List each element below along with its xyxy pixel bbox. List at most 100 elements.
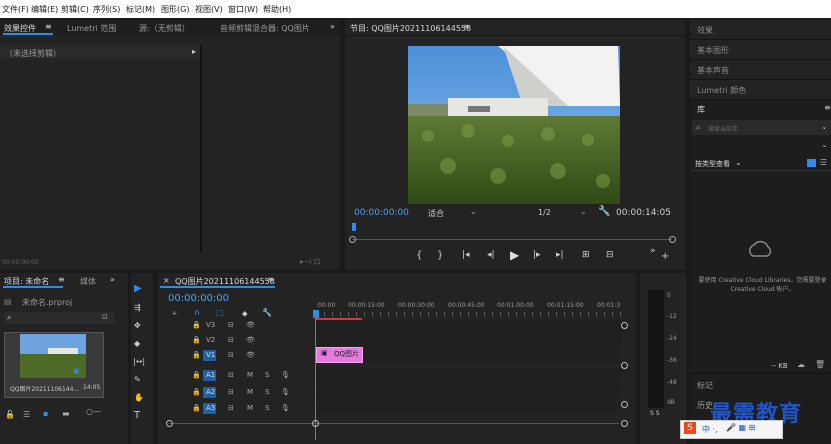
type-tool-icon[interactable]: T xyxy=(134,410,140,421)
horizontal-scrollbar[interactable] xyxy=(169,423,619,424)
go-to-out-icon[interactable]: ▸| xyxy=(556,250,564,260)
tab-audio-clip-mixer[interactable]: 音频剪辑混合器: QQ图片 xyxy=(220,23,310,34)
vertical-scroll-handle[interactable] xyxy=(621,322,628,329)
program-menu-icon[interactable]: ≡ xyxy=(463,22,470,31)
timeline-menu-icon[interactable]: ≡ xyxy=(267,275,274,284)
sync-lock-icon[interactable]: ⊟ xyxy=(228,336,234,344)
horizontal-scroll-start[interactable] xyxy=(166,420,173,427)
linked-selection-icon[interactable]: ∩ xyxy=(194,308,200,317)
chevron-down-icon[interactable]: ⌄ xyxy=(580,207,587,216)
mark-out-icon[interactable]: } xyxy=(437,250,443,261)
panel-overflow-icon[interactable]: » xyxy=(330,22,335,31)
lumetri-color-item[interactable]: Lumetri 颜色 xyxy=(690,80,831,100)
menu-file[interactable]: 文件(F) xyxy=(2,4,29,15)
pen-tool-icon[interactable]: ✎ xyxy=(134,375,141,384)
scrubber-end[interactable] xyxy=(669,236,676,243)
lock-icon[interactable]: 🔒 xyxy=(192,321,201,329)
snap-icon[interactable]: ⚹ xyxy=(172,308,177,318)
microphone-icon[interactable]: 🎙 xyxy=(281,371,290,379)
tab-media[interactable]: 媒体 xyxy=(80,276,96,287)
chevron-down-icon[interactable]: ⌄ xyxy=(470,207,477,216)
grid-view-icon[interactable] xyxy=(807,159,816,167)
solo-button[interactable]: S xyxy=(265,371,269,379)
menu-view[interactable]: 视图(V) xyxy=(195,4,223,15)
icon-view-icon[interactable]: ▪ xyxy=(43,409,48,418)
lock-icon[interactable]: 🔒 xyxy=(192,388,201,396)
track-lane-a3[interactable] xyxy=(316,402,622,414)
selection-tool-icon[interactable]: ▶ xyxy=(134,283,142,294)
program-timecode[interactable]: 00:00:00:00 xyxy=(354,208,409,218)
project-menu-icon[interactable]: ≡ xyxy=(58,275,65,284)
mute-button[interactable]: M xyxy=(247,404,253,412)
menu-help[interactable]: 帮助(H) xyxy=(263,4,291,15)
chevron-down-icon[interactable]: ⌄ xyxy=(735,158,742,167)
effects-panel-item[interactable]: 效果 xyxy=(690,20,831,40)
program-scrubber[interactable] xyxy=(352,239,672,240)
timeline-playhead[interactable] xyxy=(313,310,319,318)
wrench-icon[interactable]: 🔧 xyxy=(598,206,610,217)
hand-tool-icon[interactable]: ✋ xyxy=(134,393,144,402)
mark-in-icon[interactable]: { xyxy=(416,250,422,261)
wrench-icon[interactable]: 🔧 xyxy=(262,308,272,317)
bin-icon[interactable]: ⊡ xyxy=(102,313,108,321)
tab-source[interactable]: 源:（无剪辑） xyxy=(139,23,190,34)
lock-icon[interactable]: 🔒 xyxy=(192,336,201,344)
add-button-icon[interactable]: + xyxy=(661,251,669,262)
play-icon[interactable]: ▶ xyxy=(510,248,519,262)
essential-graphics-item[interactable]: 基本图形 xyxy=(690,40,831,60)
sync-lock-icon[interactable]: ⊟ xyxy=(228,388,234,396)
eye-icon[interactable]: 👁 xyxy=(246,321,255,329)
eye-icon[interactable]: 👁 xyxy=(246,351,255,359)
menu-edit[interactable]: 编辑(E) xyxy=(31,4,58,15)
essential-sound-item[interactable]: 基本声音 xyxy=(690,60,831,80)
freeform-view-icon[interactable]: ▬ xyxy=(62,409,70,418)
menu-marker[interactable]: 标记(M) xyxy=(126,4,155,15)
sync-lock-icon[interactable]: ⊟ xyxy=(228,371,234,379)
list-view-icon[interactable]: ☰ xyxy=(820,158,827,167)
chevron-down-icon[interactable]: ⌄ xyxy=(821,140,828,149)
chevron-down-icon[interactable]: ⌄ xyxy=(821,122,828,131)
go-to-in-icon[interactable]: |◂ xyxy=(462,250,470,260)
menu-graphics[interactable]: 图形(G) xyxy=(161,4,189,15)
mute-button[interactable]: M xyxy=(247,388,253,396)
project-search[interactable] xyxy=(4,312,114,324)
lift-icon[interactable]: ⊞ xyxy=(582,250,590,260)
vertical-scroll-handle[interactable] xyxy=(621,420,628,427)
expand-arrow-icon[interactable]: ▸ xyxy=(192,47,196,56)
vertical-scroll-handle[interactable] xyxy=(621,401,628,408)
horizontal-scroll-mid[interactable] xyxy=(312,420,319,427)
add-marker-icon[interactable]: ⬚ xyxy=(216,308,224,317)
close-icon[interactable]: × xyxy=(163,276,170,285)
playhead-marker[interactable] xyxy=(352,223,356,231)
track-select-icon[interactable]: ⇶ xyxy=(134,303,141,312)
trash-icon[interactable]: 🗑 xyxy=(815,360,825,369)
fit-select[interactable]: 适合 xyxy=(428,208,444,219)
library-menu-icon[interactable]: ≡ xyxy=(824,103,831,112)
lock-icon[interactable]: 🔒 xyxy=(192,404,201,412)
solo-button[interactable]: S xyxy=(265,404,269,412)
ime-tools-icon[interactable]: 🎤 ▦ ⊞ xyxy=(726,423,755,432)
track-lane-a1[interactable] xyxy=(316,368,622,384)
microphone-icon[interactable]: 🎙 xyxy=(281,388,290,396)
lock-icon[interactable]: 🔒 xyxy=(192,351,201,359)
tab-lumetri-scopes[interactable]: Lumetri 范围 xyxy=(67,23,116,34)
track-lane-a2[interactable] xyxy=(316,385,622,401)
lock-icon[interactable]: 🔒 xyxy=(192,371,201,379)
lock-icon[interactable]: 🔓 xyxy=(5,410,15,419)
sync-lock-icon[interactable]: ⊟ xyxy=(228,351,234,359)
eye-icon[interactable]: 👁 xyxy=(246,336,255,344)
library-search-input[interactable]: 搜索当前库 xyxy=(708,124,738,133)
extract-icon[interactable]: ⊟ xyxy=(606,250,614,260)
sync-lock-icon[interactable]: ⊟ xyxy=(228,404,234,412)
scrubber-start[interactable] xyxy=(349,236,356,243)
ime-mode[interactable]: 中 ·, xyxy=(702,424,718,435)
solo-meter-labels[interactable]: S S xyxy=(650,410,660,417)
microphone-icon[interactable]: 🎙 xyxy=(281,404,290,412)
mute-button[interactable]: M xyxy=(247,371,253,379)
track-lane-v3[interactable] xyxy=(316,320,622,337)
view-by-select[interactable]: 按类型查看 xyxy=(695,159,730,169)
sync-lock-icon[interactable]: ⊟ xyxy=(228,321,234,329)
vertical-scroll-handle[interactable] xyxy=(621,362,628,369)
list-view-icon[interactable]: ☰ xyxy=(23,410,30,419)
menu-clip[interactable]: 剪辑(C) xyxy=(61,4,89,15)
